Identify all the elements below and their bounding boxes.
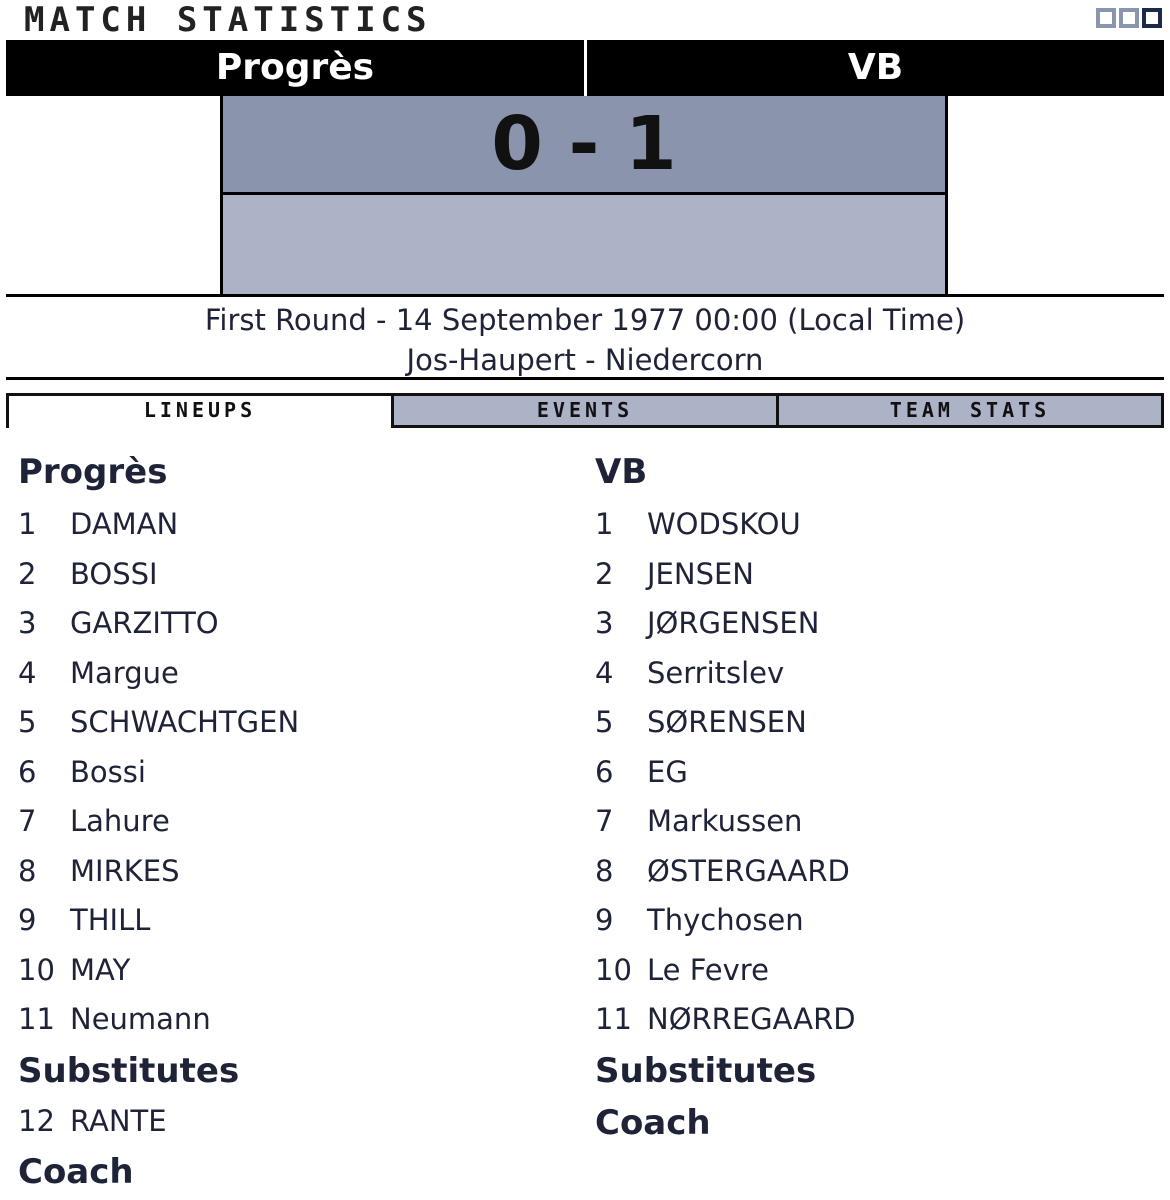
- away-lineup: VB 1 WODSKOU 2 JENSEN 3 JØRGENSEN 4 Serritslev 5 S…: [595, 448, 1155, 1149]
- player-row: 6 Bossi: [18, 748, 578, 798]
- player-row: 1 WODSKOU: [595, 500, 1155, 550]
- player-row: 9 THILL: [18, 896, 578, 946]
- player-number: 5: [18, 705, 37, 739]
- player-name: Margue: [70, 655, 179, 690]
- divider-top: [6, 294, 1164, 297]
- player-number: 8: [595, 853, 614, 888]
- player-row: 9 Thychosen: [595, 896, 1155, 946]
- player-name: Neumann: [70, 1002, 211, 1036]
- teams-bar: Progrès VB: [6, 40, 1164, 96]
- player-number: 2: [595, 556, 614, 591]
- player-number: 1: [18, 507, 37, 541]
- player-number: 9: [18, 903, 37, 937]
- player-name: SCHWACHTGEN: [70, 705, 300, 739]
- player-name: Markussen: [647, 804, 803, 838]
- player-row: 5 SØRENSEN: [595, 698, 1155, 748]
- score-box: 0 - 1: [220, 96, 948, 294]
- player-name: MAY: [70, 952, 131, 987]
- player-number: 4: [18, 655, 37, 690]
- player-number: 12: [18, 1103, 55, 1138]
- player-row: 4 Margue: [18, 649, 578, 699]
- tab-team-stats[interactable]: Team Stats: [779, 393, 1164, 428]
- coach-heading: Coach: [595, 1102, 711, 1143]
- player-number: 9: [595, 903, 614, 937]
- player-number: 1: [595, 507, 614, 541]
- player-row: 11 Neumann: [18, 995, 578, 1045]
- player-row: 7 Lahure: [18, 797, 578, 847]
- player-row: 10 Le Fevre: [595, 946, 1155, 996]
- player-row: 2 BOSSI: [18, 550, 578, 600]
- player-number: 4: [595, 655, 614, 690]
- player-name: Bossi: [70, 754, 146, 789]
- player-number: 11: [18, 1002, 55, 1036]
- player-name: GARZITTO: [70, 606, 219, 640]
- away-team-name: VB: [847, 47, 904, 88]
- score: 0 - 1: [223, 96, 945, 195]
- player-name: BOSSI: [70, 556, 158, 591]
- away-lineup-team-name: VB: [595, 452, 648, 492]
- player-name: MIRKES: [70, 853, 180, 888]
- player-number: 3: [595, 606, 614, 640]
- layout-option-3-icon[interactable]: [1142, 8, 1162, 28]
- player-name: Le Fevre: [647, 952, 769, 987]
- player-number: 10: [595, 952, 632, 987]
- player-name: SØRENSEN: [647, 705, 807, 739]
- player-row: 6 EG: [595, 748, 1155, 798]
- venue-line: Jos-Haupert - Niedercorn: [406, 343, 764, 377]
- player-number: 10: [18, 952, 55, 987]
- player-name: Lahure: [70, 804, 170, 838]
- player-row: 7 Markussen: [595, 797, 1155, 847]
- home-lineup-team-name: Progrès: [18, 452, 168, 492]
- player-row: 5 SCHWACHTGEN: [18, 698, 578, 748]
- home-team-name: Progrès: [215, 47, 375, 88]
- player-number: 2: [18, 556, 37, 591]
- match-info: First Round - 14 September 1977 00:00 (L…: [0, 300, 1170, 380]
- layout-option-2-icon[interactable]: [1119, 8, 1139, 28]
- player-number: 8: [18, 853, 37, 888]
- player-number: 7: [18, 804, 37, 838]
- player-name: NØRREGAARD: [647, 1002, 856, 1036]
- layout-option-1-icon[interactable]: [1096, 8, 1116, 28]
- player-row: 2 JENSEN: [595, 550, 1155, 600]
- player-name: ØSTERGAARD: [647, 853, 850, 888]
- player-row: 4 Serritslev: [595, 649, 1155, 699]
- substitute-row: 12 RANTE: [18, 1097, 578, 1147]
- round-date-line: First Round - 14 September 1977 00:00 (L…: [204, 303, 966, 337]
- player-number: 11: [595, 1002, 632, 1036]
- player-row: 10 MAY: [18, 946, 578, 996]
- score-details-panel: [223, 195, 945, 294]
- tab-events[interactable]: Events: [394, 393, 779, 428]
- tab-bar: Lineups Events Team Stats: [6, 393, 1164, 428]
- player-number: 6: [595, 754, 614, 789]
- player-row: 11 NØRREGAARD: [595, 995, 1155, 1045]
- home-lineup: Progrès 1 DAMAN 2 BOSSI 3 GARZITTO 4 Margue 5 SCHW…: [18, 448, 578, 1198]
- substitutes-heading: Substitutes: [595, 1050, 817, 1091]
- player-name: Serritslev: [647, 655, 785, 690]
- player-name: THILL: [70, 903, 151, 937]
- player-number: 5: [595, 705, 614, 739]
- player-name: WODSKOU: [647, 507, 801, 541]
- page-title: Match Statistics: [24, 0, 432, 40]
- player-row: 8 ØSTERGAARD: [595, 847, 1155, 897]
- player-row: 1 DAMAN: [18, 500, 578, 550]
- player-name: RANTE: [70, 1103, 167, 1138]
- tab-lineups[interactable]: Lineups: [6, 393, 394, 428]
- player-row: 3 JØRGENSEN: [595, 599, 1155, 649]
- coach-heading: Coach: [18, 1152, 134, 1192]
- divider-bottom: [6, 377, 1164, 380]
- player-name: EG: [647, 754, 688, 789]
- player-number: 7: [595, 804, 614, 838]
- player-name: JENSEN: [647, 556, 754, 591]
- window-controls: [1096, 8, 1162, 28]
- player-row: 3 GARZITTO: [18, 599, 578, 649]
- player-name: Thychosen: [647, 903, 804, 937]
- substitutes-heading: Substitutes: [18, 1050, 240, 1091]
- player-number: 3: [18, 606, 37, 640]
- player-name: DAMAN: [70, 507, 179, 541]
- player-name: JØRGENSEN: [647, 606, 820, 640]
- player-number: 6: [18, 754, 37, 789]
- player-row: 8 MIRKES: [18, 847, 578, 897]
